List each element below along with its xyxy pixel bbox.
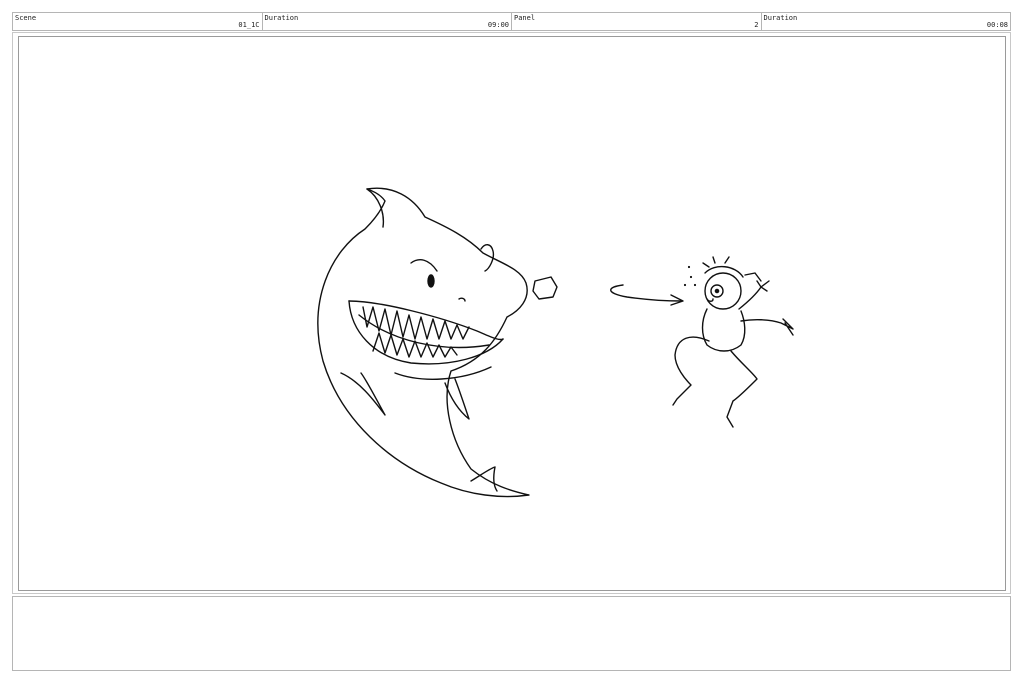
scene-field: Scene 01_1C: [13, 13, 263, 30]
shark-dorsal-fin: [366, 188, 385, 228]
sketch-drawing: [317, 187, 794, 498]
panel-label: Panel: [514, 14, 536, 22]
scene-label: Scene: [15, 14, 37, 22]
scene-duration-field: Duration 09:00: [263, 13, 512, 30]
motion-arrow: [610, 284, 684, 306]
scene-value[interactable]: 01_1C: [238, 21, 259, 29]
shark-eye: [427, 274, 435, 288]
diver-leg-left: [672, 336, 710, 406]
diver-bubbles: [683, 265, 697, 287]
storyboard-header: Scene 01_1C Duration 09:00 Panel 2 Durat…: [12, 12, 1011, 31]
scene-duration-label: Duration: [264, 14, 299, 22]
scene-duration-value[interactable]: 09:00: [488, 21, 509, 29]
panel-notes[interactable]: [12, 596, 1011, 671]
panel-duration-label: Duration: [763, 14, 798, 22]
shark-body-outline: [317, 187, 530, 498]
panel-field: Panel 2: [512, 13, 762, 30]
storyboard-panel[interactable]: [18, 36, 1006, 591]
diver-arm-up: [738, 280, 770, 310]
diver-arm-right: [740, 318, 794, 336]
shark-nostril: [458, 297, 466, 302]
shark-tail: [470, 466, 498, 492]
diver-sketch: [672, 256, 794, 428]
shark-sketch: [317, 187, 558, 498]
panel-duration-value[interactable]: 00:08: [987, 21, 1008, 29]
panel-duration-field: Duration 00:08: [762, 13, 1011, 30]
panel-value[interactable]: 2: [754, 21, 758, 29]
shark-pectoral-fin-left: [340, 372, 386, 416]
diver-mouth: [706, 298, 714, 302]
shark-rock: [532, 276, 558, 300]
diver-leg-right: [726, 350, 758, 428]
diver-torso: [701, 308, 746, 352]
shark-lower-jaw: [394, 366, 492, 380]
shark-brow: [410, 259, 438, 272]
